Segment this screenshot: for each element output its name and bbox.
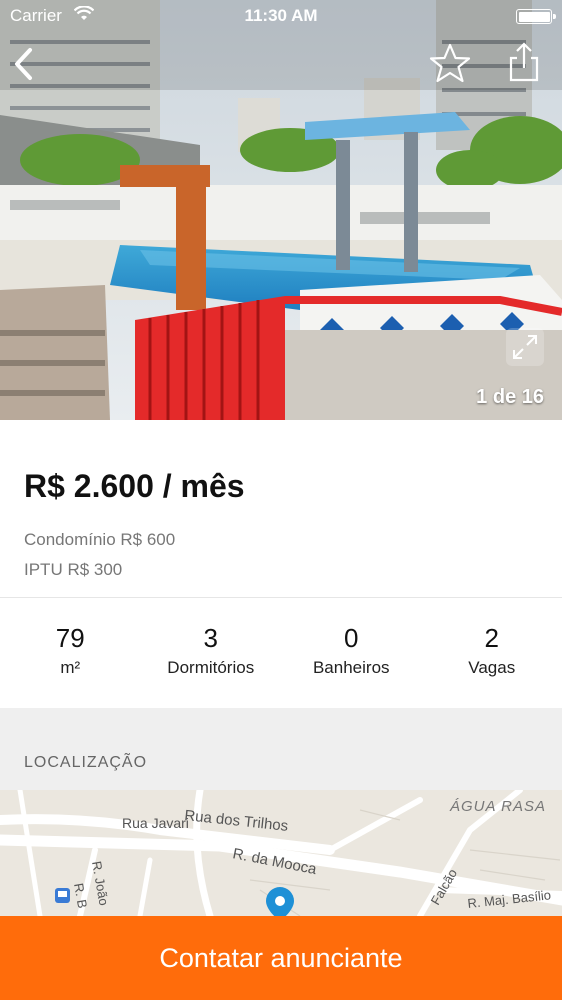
contact-advertiser-button[interactable]: Contatar anunciante [0,916,562,1000]
bathrooms-value: 0 [344,623,359,653]
map-label-agua-rasa: ÁGUA RASA [449,798,546,815]
feature-bedrooms: 3 Dormitórios [141,598,282,708]
bedrooms-value: 3 [203,623,218,653]
favorite-button[interactable] [428,42,472,84]
rent-price: R$ 2.600 / mês [24,468,245,504]
parking-label: Vagas [468,658,516,677]
clock: 11:30 AM [244,6,318,25]
feature-area: 79 m² [0,598,141,708]
photo-gallery[interactable]: Carrier 11:30 AM 1 de 16 [0,0,562,420]
price-section: R$ 2.600 / mês Condomínio R$ 600 IPTU R$… [0,420,562,598]
photo-counter: 1 de 16 [476,386,544,408]
bedrooms-label: Dormitórios [167,658,255,677]
location-heading: LOCALIZAÇÃO [24,754,148,771]
fullscreen-button[interactable] [506,328,544,366]
map-label-rua-javari: Rua Javari [122,815,189,831]
area-value: 79 [55,623,85,653]
feature-parking: 2 Vagas [422,598,562,708]
battery-icon [516,9,556,24]
iptu-fee: IPTU R$ 300 [24,560,123,579]
share-button[interactable] [504,40,544,84]
area-label: m² [60,658,81,677]
location-section-header: LOCALIZAÇÃO [0,708,562,790]
status-bar: Carrier 11:30 AM [0,0,562,34]
back-button[interactable] [8,44,42,84]
condominium-fee: Condomínio R$ 600 [24,530,176,549]
property-photo [0,0,562,420]
location-map[interactable]: Rua dos Trilhos ÁGUA RASA Rua Javari R. … [0,790,562,916]
bathrooms-label: Banheiros [312,658,390,677]
expand-icon [513,335,537,359]
property-features: 79 m² 3 Dormitórios 0 Banheiros 2 Vagas [0,598,562,708]
parking-value: 2 [484,623,499,653]
star-outline-icon [429,43,471,83]
feature-bathrooms: 0 Banheiros [281,598,422,708]
chevron-left-icon [15,48,32,80]
share-icon [509,42,539,82]
train-station-icon [55,888,70,903]
